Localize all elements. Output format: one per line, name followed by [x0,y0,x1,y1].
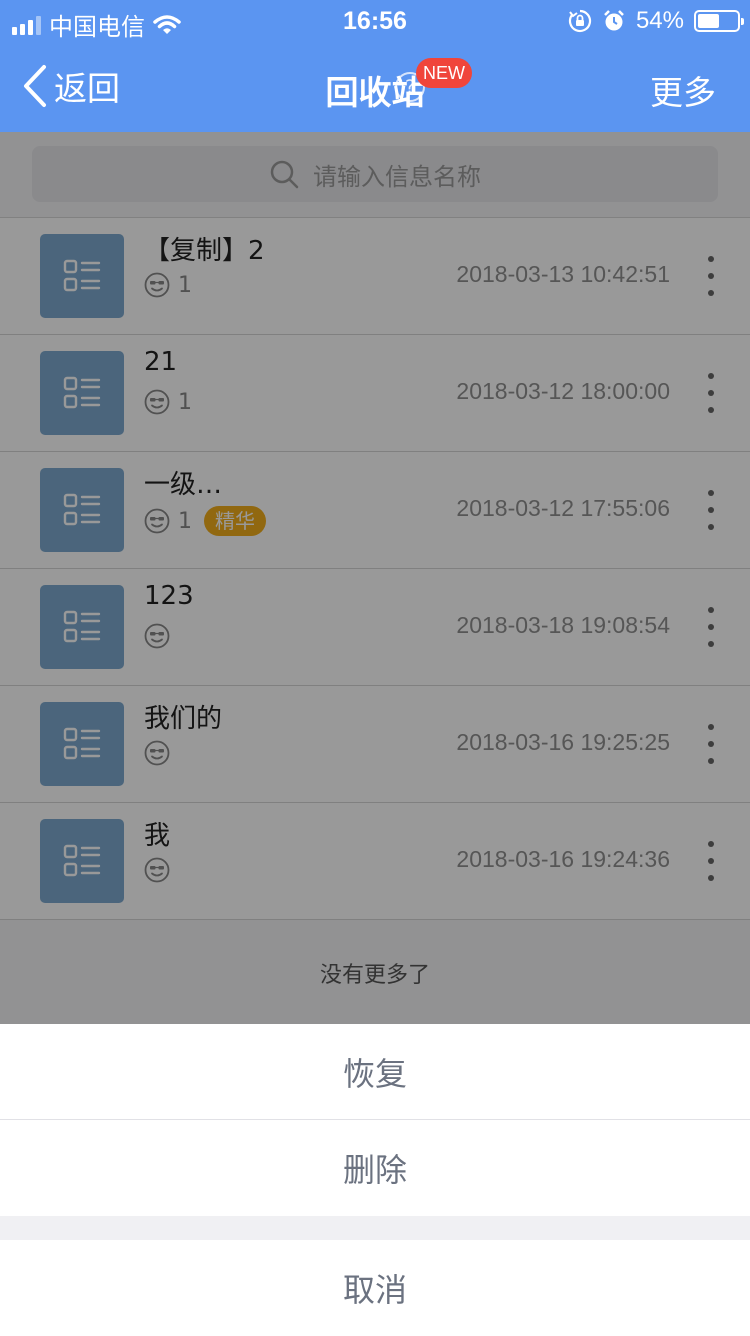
status-right: 54% [568,7,744,35]
dim-overlay[interactable] [0,132,750,1024]
page-title: 回收站 [325,73,425,112]
action-sheet: 恢复 删除 取消 [0,1024,750,1336]
cancel-button[interactable]: 取消 [0,1240,750,1336]
restore-button[interactable]: 恢复 [0,1024,750,1120]
nav-bar: 返回 回收站 ? NEW 更多 [0,44,750,132]
alarm-icon [604,10,624,31]
battery-icon [694,10,744,32]
delete-button[interactable]: 删除 [0,1120,750,1216]
sheet-divider [0,1216,750,1240]
battery-fill [698,14,719,28]
more-button[interactable]: 更多 [650,66,716,114]
new-badge: NEW [416,58,472,88]
rotation-lock-icon [568,9,592,33]
battery-percent: 54% [635,7,684,34]
status-bar: 中国电信 16:56 54% [0,0,750,44]
